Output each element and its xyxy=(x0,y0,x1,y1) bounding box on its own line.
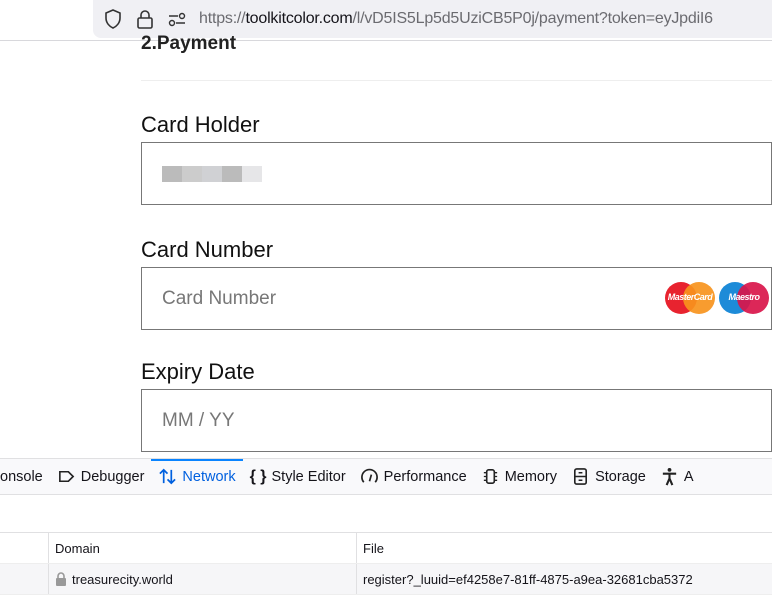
url-path: /l/vD5IS5Lp5d5UziCB5P0j/payment?token=ey… xyxy=(352,10,714,27)
memory-chip-icon xyxy=(483,469,497,484)
tab-label: Performance xyxy=(383,468,467,485)
lock-icon xyxy=(56,572,66,586)
storage-icon xyxy=(574,468,588,485)
tab-label: A xyxy=(683,468,694,485)
step-title: 2.Payment xyxy=(141,33,237,54)
card-holder-label: Card Holder xyxy=(141,112,260,137)
toolbar-divider xyxy=(0,40,772,41)
braces-icon: { } xyxy=(249,467,267,485)
card-number-label: Card Number xyxy=(141,237,274,262)
network-icon xyxy=(159,468,177,485)
domain-text: treasurecity.world xyxy=(72,571,173,587)
tab-label: Debugger xyxy=(80,468,145,485)
tab-label: onsole xyxy=(0,468,43,485)
expiry-placeholder: MM / YY xyxy=(162,409,235,431)
permissions-icon[interactable] xyxy=(167,9,187,29)
url-host: toolkitcolor.com xyxy=(245,10,353,27)
tab-debugger[interactable]: Debugger xyxy=(50,459,152,495)
tab-label: Memory xyxy=(504,468,558,485)
mastercard-logo: MasterCard xyxy=(665,282,715,314)
card-holder-input[interactable] xyxy=(141,142,772,205)
tab-memory[interactable]: Memory xyxy=(474,459,564,495)
card-number-placeholder: Card Number xyxy=(162,287,277,309)
tab-performance[interactable]: Performance xyxy=(353,459,474,495)
lock-icon[interactable] xyxy=(135,9,155,29)
tab-network[interactable]: Network xyxy=(151,458,243,495)
column-header-file[interactable]: File xyxy=(357,533,772,563)
mastercard-text: MasterCard xyxy=(667,292,713,302)
maestro-text: Maestro xyxy=(728,292,760,302)
domain-cell: treasurecity.world xyxy=(49,564,357,594)
tab-style-editor[interactable]: { } Style Editor xyxy=(243,459,353,495)
shield-icon[interactable] xyxy=(103,9,123,29)
column-header-domain[interactable]: Domain xyxy=(49,533,357,563)
table-header: Domain File xyxy=(0,533,772,564)
tab-storage[interactable]: Storage xyxy=(564,459,653,495)
expiry-input[interactable]: MM / YY xyxy=(141,389,772,452)
file-cell: register?_luuid=ef4258e7-81ff-4875-a9ea-… xyxy=(363,571,693,587)
tab-accessibility[interactable]: A xyxy=(653,459,701,495)
gauge-icon xyxy=(360,468,378,483)
card-number-input[interactable]: Card Number MasterCard Maestro xyxy=(141,267,772,330)
column-header-status[interactable] xyxy=(0,533,49,563)
debugger-icon xyxy=(58,470,75,483)
table-row[interactable]: treasurecity.world register?_luuid=ef425… xyxy=(0,564,772,595)
status-cell xyxy=(0,564,49,594)
accessibility-icon xyxy=(662,467,677,486)
url-text[interactable]: https://toolkitcolor.com/l/vD5IS5Lp5d5Uz… xyxy=(199,10,713,28)
tab-label: Storage xyxy=(595,468,646,485)
expiry-label: Expiry Date xyxy=(141,359,255,384)
section-divider xyxy=(141,80,772,81)
devtools-tabs: onsole Debugger Network { } Style Editor … xyxy=(0,458,772,495)
tab-label: Style Editor xyxy=(271,468,346,485)
tab-label: Network xyxy=(182,468,236,485)
network-filter-bar xyxy=(0,495,772,533)
redacted-name xyxy=(162,165,262,182)
maestro-logo: Maestro xyxy=(719,282,769,314)
url-scheme: https:// xyxy=(199,10,246,27)
tab-console[interactable]: onsole xyxy=(0,459,50,495)
devtools-panel: onsole Debugger Network { } Style Editor … xyxy=(0,458,772,595)
